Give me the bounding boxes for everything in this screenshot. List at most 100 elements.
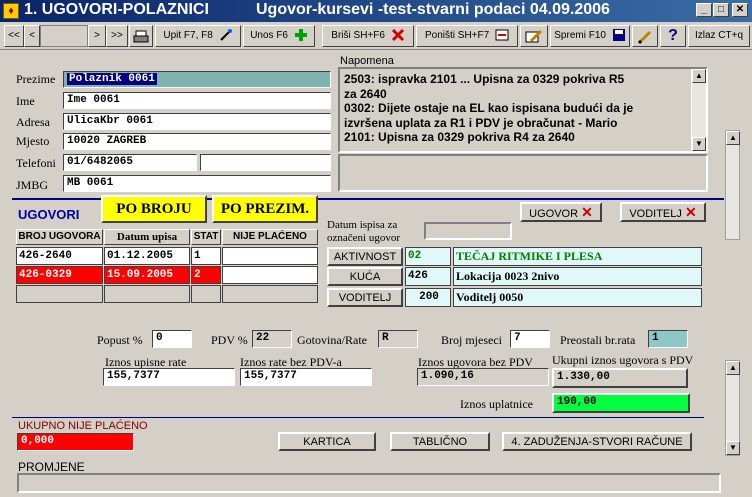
table-cell-nije[interactable] [222, 285, 318, 303]
edit-pencil-icon [525, 29, 543, 43]
table-cell-broj[interactable]: 426-0329 [16, 266, 103, 284]
last-record-button[interactable]: >> [106, 25, 128, 47]
kuca-code-field[interactable]: 426 [405, 267, 451, 286]
mjesto-input[interactable]: 10020 ZAGREB [63, 133, 331, 150]
voditelj-button[interactable]: VODITELJ [327, 288, 403, 307]
ime-input[interactable]: Ime 0061 [63, 92, 331, 109]
scroll-down-arrow-icon[interactable]: ▼ [692, 137, 706, 151]
popust-input[interactable]: 0 [152, 330, 192, 348]
delete-x-icon: ✕ [684, 204, 697, 220]
voditelj-delete-button[interactable]: VODITELJ ✕ [620, 202, 706, 222]
maximize-button[interactable]: □ [713, 3, 729, 17]
query-icon [219, 29, 232, 42]
ugovor-delete-button[interactable]: UGOVOR ✕ [520, 202, 602, 222]
table-cell-broj[interactable] [16, 285, 103, 303]
sort-by-surname-button[interactable]: PO PREZIM. [212, 195, 318, 223]
delete-label: Briši SH+F6 [331, 30, 385, 41]
col-header-broj[interactable]: BROJ UGOVORA [16, 229, 103, 245]
app-icon[interactable]: ♦ [3, 3, 19, 19]
kuca-name-field[interactable]: Lokacija 0023 2nivo [453, 267, 702, 286]
printer-icon [133, 30, 149, 43]
window-title: 1. UGOVORI-POLAZNICI [24, 1, 209, 18]
pdv-field[interactable]: 22 [252, 330, 292, 348]
napomena-extra-field[interactable] [338, 154, 708, 192]
table-cell-datum[interactable]: 01.12.2005 [104, 247, 190, 265]
first-record-button[interactable]: << [4, 25, 24, 47]
broj-mjeseci-input[interactable]: 7 [510, 330, 550, 348]
query-button[interactable]: Upit F7, F8 [155, 25, 241, 47]
datum-ispisa-field[interactable] [424, 222, 512, 240]
help-button[interactable]: ? [660, 25, 686, 47]
napomena-textarea[interactable]: 2503: ispravka 2101 ... Upisna za 0329 p… [338, 67, 708, 153]
voditelj-code-field[interactable]: 200 [405, 288, 451, 307]
plus-icon [294, 29, 307, 42]
ukupno-field[interactable]: 0,000 [17, 433, 134, 451]
telefon1-input[interactable]: 01/6482065 [63, 154, 197, 171]
gotovina-label: Gotovina/Rate [297, 333, 367, 347]
delete-x-icon: ✕ [581, 204, 593, 220]
insert-button[interactable]: Unos F6 [243, 25, 315, 47]
edit-button[interactable] [520, 25, 548, 47]
aktivnost-name-field[interactable]: TEČAJ RITMIKE I PLESA [453, 247, 702, 266]
title-bar[interactable]: ♦ 1. UGOVORI-POLAZNICI Ugovor-kursevi -t… [0, 0, 752, 22]
iznos-bez-pdv-field[interactable]: 1.090,16 [417, 368, 549, 386]
table-cell-datum[interactable]: 15.09.2005 [104, 266, 190, 284]
gotovina-field[interactable]: R [378, 330, 418, 348]
scroll-up-arrow-icon[interactable]: ▲ [726, 131, 740, 145]
table-cell-nije[interactable] [222, 266, 318, 284]
exit-button[interactable]: Izlaz CT+q [688, 25, 750, 47]
sort-by-number-button[interactable]: PO BROJU [101, 195, 207, 223]
col-header-stat[interactable]: STAT [191, 229, 221, 245]
ukupni-field[interactable]: 1.330,00 [552, 368, 688, 388]
ukupno-label: UKUPNO NIJE PLAĆENO [18, 420, 148, 432]
table-cell-datum[interactable] [104, 285, 190, 303]
print-button[interactable] [129, 25, 153, 47]
napomena-scrollbar[interactable]: ▲ ▼ [691, 69, 706, 151]
kuca-button[interactable]: KUĆA [327, 267, 403, 286]
save-label: Spremi F10 [554, 30, 606, 41]
prev-record-button[interactable]: < [24, 25, 40, 47]
close-button[interactable]: ✕ [732, 3, 748, 17]
scroll-up-arrow-icon[interactable]: ▲ [726, 361, 740, 375]
form-scrollbar-top[interactable]: ▲ [725, 130, 740, 240]
iznos-upisne-input[interactable]: 155,7377 [103, 368, 235, 386]
bottom-divider [12, 417, 704, 418]
voditelj-name-field[interactable]: Voditelj 0050 [453, 288, 702, 307]
iznos-rate-input[interactable]: 155,7377 [240, 368, 372, 386]
record-position-field[interactable] [40, 25, 88, 47]
cancel-button[interactable]: Poništi SH+F7 [416, 25, 518, 47]
aktivnost-button[interactable]: AKTIVNOST [327, 247, 403, 266]
jmbg-input[interactable]: MB 0061 [63, 175, 331, 192]
save-button[interactable]: Spremi F10 [550, 25, 630, 47]
voditelj-button-label: VODITELJ [629, 208, 682, 220]
table-cell-stat[interactable] [191, 285, 221, 303]
adresa-input[interactable]: UlicaKbr 0061 [63, 113, 331, 130]
tablicno-button[interactable]: TABLIČNO [390, 432, 490, 451]
minimize-button[interactable]: _ [696, 3, 712, 17]
telefon2-input[interactable] [200, 154, 331, 171]
table-cell-stat[interactable]: 2 [191, 266, 221, 284]
table-cell-broj[interactable]: 426-2640 [16, 247, 103, 265]
col-header-nije-placeno[interactable]: NIJE PLAĆENO [222, 229, 318, 245]
promjene-field[interactable] [17, 473, 721, 493]
napomena-line: 2101: Upisna za 0329 pokriva R4 za 2640 [344, 130, 575, 144]
delete-button[interactable]: Briši SH+F6 [322, 25, 414, 47]
window-subtitle: Ugovor-kursevi -test-stvarni podaci 04.0… [256, 1, 610, 18]
next-record-button[interactable]: > [88, 25, 106, 47]
uplatnice-field[interactable]: 190,00 [552, 393, 690, 413]
jmbg-label: JMBG [16, 178, 49, 192]
preostali-field[interactable]: 1 [648, 330, 688, 348]
toolbar: << < > >> Upit F7, F8 Unos F6 Briši SH+F… [0, 22, 752, 50]
table-cell-stat[interactable]: 1 [191, 247, 221, 265]
col-header-datum[interactable]: Datum upisa [104, 229, 190, 245]
scroll-up-arrow-icon[interactable]: ▲ [692, 69, 706, 83]
aktivnost-code-field[interactable]: 02 [405, 247, 451, 266]
prezime-input[interactable]: Polaznik 0061 [63, 71, 331, 88]
scroll-down-arrow-icon[interactable]: ▼ [726, 441, 740, 455]
notes-button[interactable] [632, 25, 658, 47]
prezime-value: Polaznik 0061 [67, 73, 157, 85]
form-scrollbar-bottom[interactable]: ▲ ▼ [725, 360, 740, 456]
kartica-button[interactable]: KARTICA [278, 432, 376, 451]
table-cell-nije[interactable] [222, 247, 318, 265]
zaduzenja-button[interactable]: 4. ZADUŽENJA-STVORI RAČUNE [502, 432, 692, 451]
